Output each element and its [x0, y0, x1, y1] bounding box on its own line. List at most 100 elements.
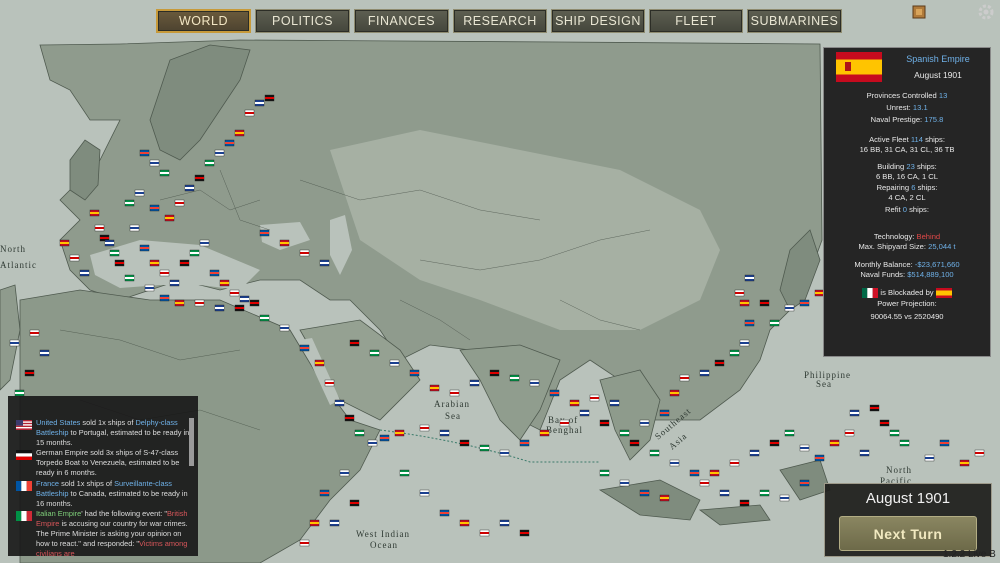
port-flag-stripe: [130, 227, 139, 229]
italy-flag-icon: [16, 511, 32, 521]
port-flag-stripe: [175, 202, 184, 204]
port-flag-stripe: [815, 457, 824, 459]
monthly-balance-row: Monthly Balance: -$23,671,660: [854, 260, 960, 269]
port-flag-stripe: [960, 462, 969, 464]
port-flag-stripe: [370, 352, 379, 354]
shipyard-row: Max. Shipyard Size: 25,044 t: [858, 242, 956, 251]
usa-flag-icon: [16, 420, 32, 430]
port-flag-stripe: [80, 272, 89, 274]
port-flag-stripe: [25, 372, 34, 374]
port-flag-stripe: [460, 522, 469, 524]
log-nation[interactable]: United States: [36, 418, 80, 427]
port-flag-stripe: [310, 522, 319, 524]
blockade-row: is Blockaded by: [824, 288, 990, 298]
tab-fleet[interactable]: FLEET: [649, 9, 743, 33]
port-flag-stripe: [220, 282, 229, 284]
port-flag-stripe: [60, 242, 69, 244]
nation-date: August 1901: [914, 70, 962, 80]
port-flag-stripe: [450, 392, 459, 394]
port-flag-stripe: [890, 432, 899, 434]
port-flag-stripe: [70, 257, 79, 259]
port-flag-stripe: [480, 447, 489, 449]
port-flag-stripe: [170, 282, 179, 284]
port-flag-stripe: [490, 372, 499, 374]
event-log-scrollbar[interactable]: [189, 418, 194, 466]
port-flag-stripe: [420, 492, 429, 494]
port-flag-stripe: [690, 472, 699, 474]
port-flag-stripe: [90, 212, 99, 214]
tab-ship-design[interactable]: SHIP DESIGN: [551, 9, 645, 33]
port-flag-stripe: [125, 202, 134, 204]
port-flag-stripe: [600, 422, 609, 424]
port-flag-stripe: [740, 502, 749, 504]
port-flag-stripe: [900, 442, 909, 444]
port-flag-stripe: [265, 97, 274, 99]
port-flag-stripe: [160, 272, 169, 274]
port-flag-stripe: [95, 227, 104, 229]
map-label-north-atlantic-2: Atlantic: [0, 260, 37, 270]
next-turn-button[interactable]: Next Turn: [839, 516, 977, 551]
port-flag-stripe: [260, 232, 269, 234]
port-flag-stripe: [195, 302, 204, 304]
port-flag-stripe: [345, 417, 354, 419]
port-flag-stripe: [150, 162, 159, 164]
port-flag-stripe: [395, 432, 404, 434]
tab-politics[interactable]: POLITICS: [255, 9, 350, 33]
port-flag-stripe: [185, 187, 194, 189]
port-flag-stripe: [500, 522, 509, 524]
tab-world[interactable]: WORLD: [156, 9, 251, 33]
port-flag-stripe: [240, 298, 249, 300]
port-flag-stripe: [700, 372, 709, 374]
port-flag-stripe: [150, 207, 159, 209]
port-flag-stripe: [570, 402, 579, 404]
port-flag-stripe: [30, 332, 39, 334]
port-flag-stripe: [350, 342, 359, 344]
notification-icon[interactable]: [910, 3, 928, 21]
port-flag-stripe: [845, 432, 854, 434]
port-flag-stripe: [420, 427, 429, 429]
port-flag-stripe: [440, 512, 449, 514]
refit-row: Refit 0 ships:: [885, 205, 929, 214]
port-flag-stripe: [235, 307, 244, 309]
port-flag-stripe: [510, 377, 519, 379]
version-label: 1.2.2 Live B: [943, 549, 996, 560]
active-fleet-row: Active Fleet 114 ships:: [869, 135, 945, 144]
port-flag-stripe: [180, 262, 189, 264]
port-flag-stripe: [670, 392, 679, 394]
port-flag-stripe: [750, 452, 759, 454]
port-flag-stripe: [125, 277, 134, 279]
france-flag-icon: [16, 481, 32, 491]
port-flag-stripe: [785, 307, 794, 309]
map-label-north-atlantic-1: North: [0, 244, 26, 254]
port-flag-stripe: [780, 497, 789, 499]
log-nation[interactable]: German Empire: [36, 448, 88, 457]
port-flag-stripe: [470, 382, 479, 384]
map-label-north-pacific-1: North: [886, 465, 912, 475]
power-projection-value: 90064.55 vs 2520490: [870, 312, 944, 321]
port-flag-stripe: [355, 432, 364, 434]
port-flag-stripe: [600, 472, 609, 474]
map-label-philippine-2: Sea: [816, 379, 832, 389]
tab-finances[interactable]: FINANCES: [354, 9, 449, 33]
gear-icon[interactable]: [977, 3, 995, 21]
port-flag-stripe: [660, 497, 669, 499]
port-flag-stripe: [590, 397, 599, 399]
port-flag-stripe: [235, 132, 244, 134]
port-flag-stripe: [160, 297, 169, 299]
port-flag-stripe: [620, 432, 629, 434]
port-flag-stripe: [770, 442, 779, 444]
tab-research[interactable]: RESEARCH: [453, 9, 547, 33]
port-flag-stripe: [785, 432, 794, 434]
log-nation[interactable]: Italian Empire: [36, 509, 81, 518]
port-flag-stripe: [540, 432, 549, 434]
port-flag-stripe: [190, 252, 199, 254]
log-nation[interactable]: France: [36, 479, 59, 488]
port-flag-stripe: [340, 472, 349, 474]
port-flag-stripe: [650, 452, 659, 454]
port-flag-stripe: [145, 287, 154, 289]
event-log[interactable]: United States sold 1x ships of Delphy-cl…: [8, 396, 198, 556]
technology-row: Technology: Behind: [873, 232, 941, 241]
port-flag-stripe: [630, 442, 639, 444]
map-label-arabian-1: Arabian: [434, 399, 470, 409]
tab-submarines[interactable]: SUBMARINES: [747, 9, 842, 33]
